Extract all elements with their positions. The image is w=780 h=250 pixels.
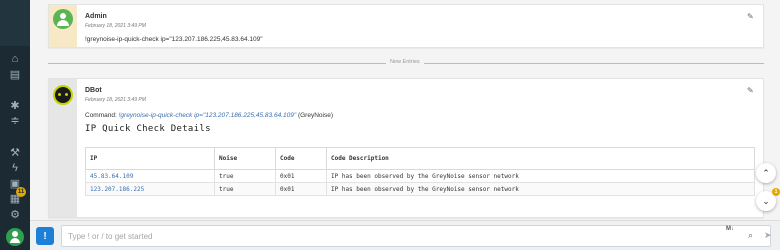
exclamation-icon: ! xyxy=(43,230,47,242)
left-sidebar: ⌂ ▤ ✱ ≑ ⚒ ϟ ▣ ▦ 11 ⚙ xyxy=(0,0,30,250)
command-menu-button[interactable]: ! xyxy=(36,227,54,245)
code-description-cell: IP has been observed by the GreyNoise se… xyxy=(326,169,755,183)
command-line: Command: !greynoise-ip-quick-check ip="1… xyxy=(85,112,333,119)
code-cell: 0x01 xyxy=(275,169,327,183)
column-header-noise[interactable]: Noise xyxy=(214,147,276,170)
new-entries-count-badge: 1 xyxy=(772,188,780,196)
markdown-icon[interactable]: M↓ xyxy=(726,226,734,232)
noise-cell: true xyxy=(214,169,276,183)
noise-cell: true xyxy=(214,182,276,196)
bug-icon[interactable]: ✱ xyxy=(8,99,22,113)
gear-icon[interactable]: ⚙ xyxy=(8,208,22,222)
scroll-up-button[interactable]: ⌃ xyxy=(756,163,776,183)
pin-icon[interactable]: ✎ xyxy=(747,13,754,21)
list-icon[interactable]: ▤ xyxy=(8,68,22,82)
cli-input-bar: ! M↓ ⌕ ➤ xyxy=(30,220,780,250)
results-table: IP Noise Code Code Description 45.83.64.… xyxy=(85,147,755,196)
sidebar-logo-area xyxy=(0,0,30,46)
cli-input[interactable] xyxy=(61,225,771,247)
dbot-message-card: DBot February 18, 2021 3:49 PM ✎ Command… xyxy=(48,78,764,218)
message-gutter xyxy=(49,79,77,217)
command-source: (GreyNoise) xyxy=(297,112,333,119)
war-room-feed: Admin February 18, 2021 3:49 PM !greynoi… xyxy=(30,0,780,220)
table-row: 45.83.64.109 true 0x01 IP has been obser… xyxy=(85,169,755,183)
admin-avatar-icon xyxy=(53,9,73,29)
ip-cell[interactable]: 123.207.186.225 xyxy=(85,182,215,196)
send-icon[interactable]: ➤ xyxy=(764,230,772,241)
column-header-code-description[interactable]: Code Description xyxy=(326,147,755,170)
ip-cell[interactable]: 45.83.64.109 xyxy=(85,169,215,183)
command-link[interactable]: !greynoise-ip-quick-check ip="123.207.18… xyxy=(119,112,297,119)
table-row: 123.207.186.225 true 0x01 IP has been ob… xyxy=(85,182,755,196)
message-timestamp: February 18, 2021 3:49 PM xyxy=(85,97,146,103)
code-description-cell: IP has been observed by the GreyNoise se… xyxy=(326,182,755,196)
column-header-code[interactable]: Code xyxy=(275,147,327,170)
message-timestamp: February 18, 2021 3:49 PM xyxy=(85,23,146,29)
chevron-up-icon: ⌃ xyxy=(762,167,770,178)
paperclip-icon[interactable]: ⌕ xyxy=(748,230,753,241)
user-avatar[interactable] xyxy=(6,228,24,246)
chevron-down-icon: ⌄ xyxy=(762,195,770,206)
message-author: Admin xyxy=(85,13,107,20)
wrench-icon[interactable]: ⚒ xyxy=(8,146,22,160)
home-icon[interactable]: ⌂ xyxy=(8,52,22,66)
command-prefix: Command: xyxy=(85,112,117,119)
new-entries-label: New Entries xyxy=(386,59,424,65)
bolt-icon[interactable]: ϟ xyxy=(8,161,22,175)
report-title: IP Quick Check Details xyxy=(85,124,211,134)
column-header-ip[interactable]: IP xyxy=(85,147,215,170)
message-gutter xyxy=(49,5,77,47)
inbox-count-badge: 11 xyxy=(16,187,26,197)
pin-icon[interactable]: ✎ xyxy=(747,87,754,95)
table-header-row: IP Noise Code Code Description xyxy=(85,147,755,170)
message-author: DBot xyxy=(85,87,102,94)
admin-message-card: Admin February 18, 2021 3:49 PM !greynoi… xyxy=(48,4,764,48)
dbot-avatar-icon xyxy=(53,85,73,105)
message-text: !greynoise-ip-quick-check ip="123.207.18… xyxy=(85,36,263,43)
sliders-icon[interactable]: ≑ xyxy=(8,114,22,128)
code-cell: 0x01 xyxy=(275,182,327,196)
